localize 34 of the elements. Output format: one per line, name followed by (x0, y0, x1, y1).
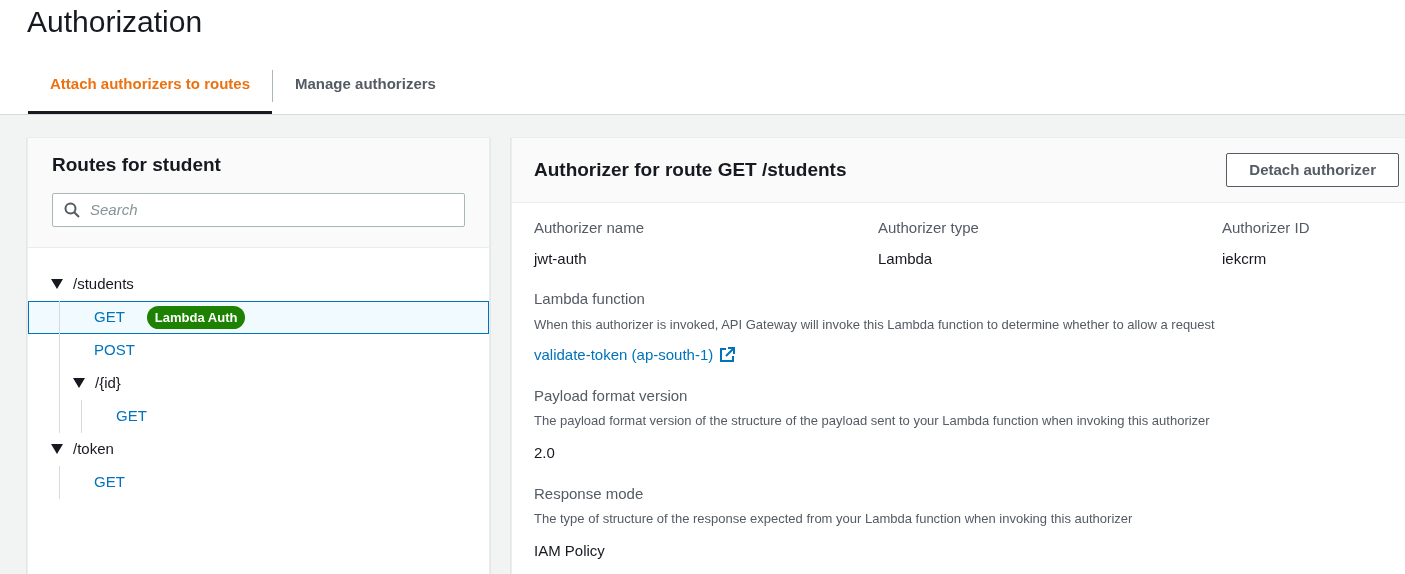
authorizer-badge: Lambda Auth (146, 305, 246, 330)
selected-row-highlight[interactable]: GET Lambda Auth (28, 300, 489, 334)
detach-authorizer-button[interactable]: Detach authorizer (1226, 152, 1399, 188)
route-method[interactable]: GET (116, 405, 147, 428)
field-label: Payload format version (534, 385, 689, 406)
search-field[interactable]: Search (52, 192, 465, 227)
route-method[interactable]: GET (94, 471, 125, 494)
caret-down-icon[interactable] (51, 444, 63, 455)
field-description: The type of structure of the response expected from your Lambda function when invoking this authorizer (534, 510, 1134, 528)
page-title: Authorization (26, 4, 204, 40)
route-path[interactable]: /students (73, 273, 134, 296)
field-label: Lambda function (534, 289, 646, 309)
panel-title: Routes for student (52, 154, 222, 177)
field-label: Response mode (534, 483, 645, 504)
lambda-function-link[interactable]: validate-token (ap-south-1) (534, 344, 714, 367)
field-value: 2.0 (534, 443, 555, 461)
field-value: IAM Policy (534, 541, 605, 559)
route-path[interactable]: /{id} (95, 372, 121, 395)
route-method[interactable]: POST (94, 339, 135, 362)
panel-title: Authorizer for route GET /students (534, 158, 847, 182)
field-value: Lambda (878, 248, 934, 269)
external-link-icon[interactable] (719, 347, 736, 364)
route-path[interactable]: /token (73, 438, 114, 461)
field-label: Authorizer type (878, 218, 980, 238)
caret-down-icon[interactable] (73, 378, 85, 389)
field-description: The payload format version of the structure of the payload sent to your Lambda function when invoking this authorizer (534, 412, 1211, 430)
field-description: When this authorizer is invoked, API Gateway will invoke this Lambda function to determine whether to allow a request (534, 315, 1216, 334)
route-method[interactable]: GET (94, 306, 125, 329)
tab[interactable]: Manage authorizers (273, 57, 458, 114)
field-value: jwt-auth (534, 248, 588, 269)
field-value: iekcrm (1222, 248, 1268, 269)
field-label: Authorizer name (534, 218, 646, 238)
field-label: Authorizer ID (1222, 218, 1310, 238)
caret-down-icon[interactable] (51, 279, 63, 290)
